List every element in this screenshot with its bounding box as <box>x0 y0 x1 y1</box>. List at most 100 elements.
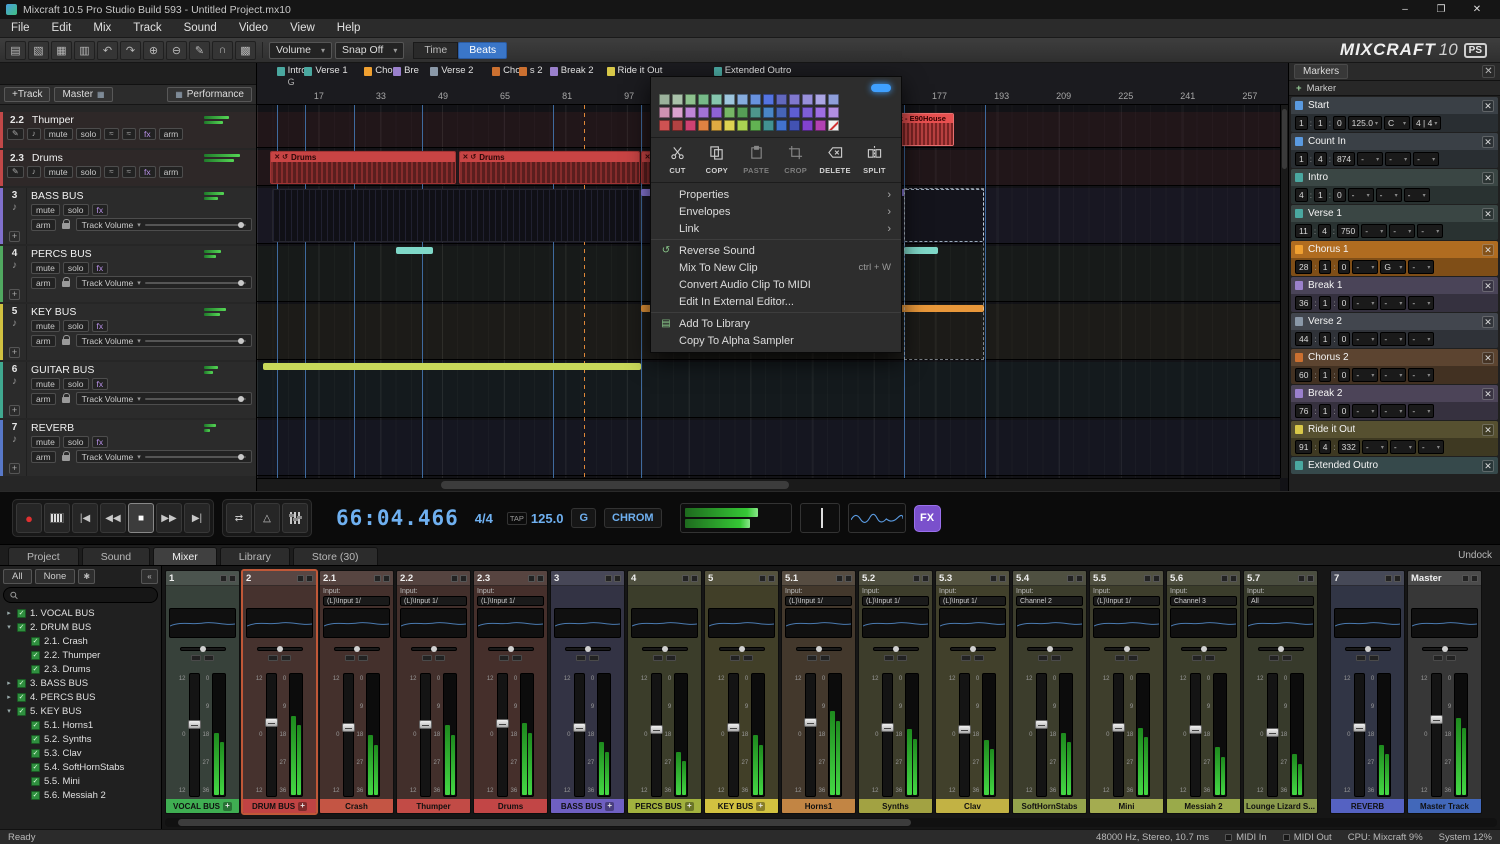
channel-button[interactable] <box>1282 655 1292 661</box>
color-swatch[interactable] <box>789 94 800 105</box>
color-swatch[interactable] <box>672 107 683 118</box>
eq-display[interactable] <box>554 608 621 638</box>
color-swatch[interactable] <box>737 94 748 105</box>
solo-button[interactable]: solo <box>63 204 89 216</box>
menu-item-reverse-sound[interactable]: ↺Reverse Sound <box>651 242 901 259</box>
color-swatch[interactable] <box>711 120 722 131</box>
mixer-channel-5-7[interactable]: 5.7Input:All1201209182736Lounge Lizard S… <box>1243 570 1318 814</box>
menu-item-convert-audio-clip-to-midi[interactable]: Convert Audio Clip To MIDI <box>651 276 901 293</box>
channel-solo-icon[interactable] <box>691 575 698 582</box>
volume-fader[interactable] <box>1267 673 1278 797</box>
menu-track[interactable]: Track <box>122 19 172 37</box>
channel-button[interactable] <box>897 655 907 661</box>
fader-handle[interactable] <box>188 720 201 729</box>
add-marker-button[interactable]: + Marker <box>1289 81 1500 96</box>
fader-handle[interactable] <box>1035 720 1048 729</box>
eq-display[interactable] <box>939 608 1006 638</box>
eq-display[interactable] <box>323 608 390 638</box>
tree-item-2-2-thumper[interactable]: ✓2.2. Thumper <box>3 648 158 662</box>
fader-handle[interactable] <box>804 718 817 727</box>
color-swatch[interactable] <box>685 94 696 105</box>
eq-display[interactable] <box>1170 608 1237 638</box>
channel-button[interactable] <box>1369 655 1379 661</box>
mixer-scrollbar[interactable] <box>165 818 1497 827</box>
menu-file[interactable]: File <box>0 19 41 37</box>
channel-mute-icon[interactable] <box>759 575 766 582</box>
fx-button[interactable]: fx <box>92 204 109 216</box>
mixer-channel-5-4[interactable]: 5.4Input:Channel 21201209182736SoftHornS… <box>1012 570 1087 814</box>
marker-item-start[interactable]: Start✕1:1:0125.0▾C▾4 | 4▾ <box>1291 97 1498 132</box>
delete-marker-icon[interactable]: ✕ <box>1482 460 1494 472</box>
volume-fader[interactable] <box>266 673 277 797</box>
menu-help[interactable]: Help <box>326 19 372 37</box>
lock-icon[interactable] <box>62 397 70 403</box>
mixer-channel-2[interactable]: 21201209182736DRUM BUS+ <box>242 570 317 814</box>
mixer-channel-2-3[interactable]: 2.3Input:(L)\Input 1/1201209182736Drums <box>473 570 548 814</box>
input-select[interactable]: (L)\Input 1/ <box>939 596 1006 606</box>
channel-button[interactable] <box>884 655 894 661</box>
select-none-button[interactable]: None <box>35 569 76 584</box>
delete-marker-icon[interactable]: ✕ <box>1482 244 1494 256</box>
grid-tool-icon[interactable]: ▩ <box>235 41 256 60</box>
channel-mute-icon[interactable] <box>1067 575 1074 582</box>
checkbox-icon[interactable]: ✓ <box>17 679 26 688</box>
solo-button[interactable]: solo <box>76 166 102 178</box>
color-swatch[interactable] <box>763 120 774 131</box>
volume-fader[interactable] <box>497 673 508 797</box>
delete-button[interactable]: DELETE <box>817 145 854 175</box>
marker-beat[interactable]: 1 <box>1319 260 1332 274</box>
fader-handle[interactable] <box>419 720 432 729</box>
volume-fader[interactable] <box>882 673 893 797</box>
ruler-marker-intro[interactable]: IntroG <box>277 66 307 87</box>
vertical-scrollbar[interactable] <box>1280 105 1288 478</box>
monitor-icon[interactable]: ♪ <box>27 128 41 140</box>
mixer-channel-3[interactable]: 31201209182736BASS BUS+ <box>550 570 625 814</box>
automation-type-select[interactable]: Volume▾ <box>269 42 332 59</box>
checkbox-icon[interactable]: ✓ <box>31 791 40 800</box>
undock-button[interactable]: Undock <box>1458 550 1492 561</box>
marker-key[interactable]: -▾ <box>1376 188 1402 202</box>
channel-mute-icon[interactable] <box>1144 575 1151 582</box>
marker-tick[interactable]: 0 <box>1333 188 1346 202</box>
delete-marker-icon[interactable]: ✕ <box>1482 388 1494 400</box>
menu-item-add-to-library[interactable]: ▤Add To Library <box>651 315 901 332</box>
tab-time[interactable]: Time <box>413 42 458 59</box>
channel-button[interactable] <box>1038 655 1048 661</box>
mixer-search[interactable] <box>3 587 158 603</box>
channel-button[interactable] <box>191 655 201 661</box>
mute-button[interactable]: mute <box>31 262 60 274</box>
magnet-tool-icon[interactable]: ∩ <box>212 41 233 60</box>
clip[interactable] <box>263 363 640 370</box>
fx-button[interactable]: fx <box>92 262 109 274</box>
channel-mute-icon[interactable] <box>682 575 689 582</box>
checkbox-icon[interactable]: ✓ <box>17 623 26 632</box>
channel-button[interactable] <box>422 655 432 661</box>
channel-solo-icon[interactable] <box>1153 575 1160 582</box>
delete-marker-icon[interactable]: ✕ <box>1482 352 1494 364</box>
color-swatch[interactable] <box>776 120 787 131</box>
channel-solo-icon[interactable] <box>229 575 236 582</box>
track-key-bus[interactable]: 5♪+KEY BUSmutesolofxarmTrack Volume▾ <box>0 304 256 360</box>
tree-item-5-1-horns1[interactable]: ✓5.1. Horns1 <box>3 718 158 732</box>
mute-button[interactable]: mute <box>44 128 73 140</box>
marker-item-chorus-1[interactable]: Chorus 1✕28:1:0-▾G▾-▾ <box>1291 241 1498 276</box>
ruler-marker-cho[interactable]: Cho <box>492 66 520 77</box>
color-swatch[interactable] <box>737 120 748 131</box>
color-swatch[interactable] <box>659 94 670 105</box>
volume-fader[interactable] <box>1113 673 1124 797</box>
marker-signature[interactable]: -▾ <box>1408 296 1434 310</box>
marker-bar[interactable]: 1 <box>1295 152 1308 166</box>
tab-sound[interactable]: Sound <box>82 547 150 565</box>
marker-tick[interactable]: 0 <box>1338 368 1351 382</box>
minimize-icon[interactable]: – <box>1388 1 1422 18</box>
color-swatch[interactable] <box>776 94 787 105</box>
marker-item-ride-it-out[interactable]: Ride it Out✕91:4:332-▾-▾-▾ <box>1291 421 1498 456</box>
marker-tick[interactable]: 0 <box>1338 296 1351 310</box>
eq-display[interactable] <box>1334 608 1401 638</box>
pan-slider[interactable] <box>1104 647 1150 651</box>
master-track-button[interactable]: Master▦ <box>54 87 112 102</box>
marker-signature[interactable]: -▾ <box>1408 260 1434 274</box>
zoom-in-icon[interactable]: ⊕ <box>143 41 164 60</box>
channel-solo-icon[interactable] <box>460 575 467 582</box>
color-swatch[interactable] <box>763 94 774 105</box>
